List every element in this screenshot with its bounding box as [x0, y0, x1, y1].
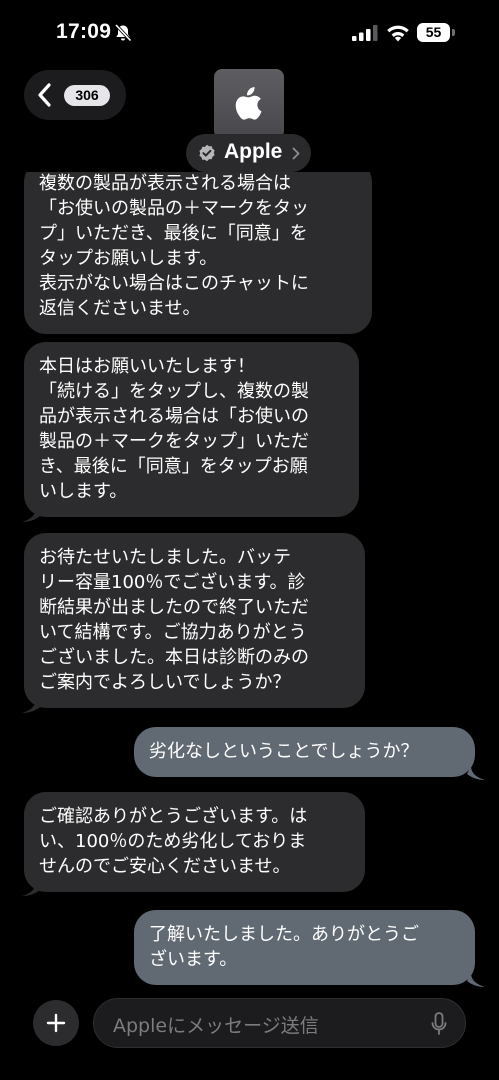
message-input-placeholder: Appleにメッセージ送信	[113, 1015, 319, 1037]
message-input[interactable]: Appleにメッセージ送信	[93, 998, 466, 1048]
incoming-message-bubble[interactable]: ご確認ありがとうございます。は い、100％のため劣化しておりま せんのでご安心…	[24, 792, 365, 892]
contact-avatar[interactable]	[214, 69, 284, 139]
bubble-tail	[467, 973, 485, 987]
add-attachment-button[interactable]	[33, 1000, 79, 1046]
chevron-left-icon	[38, 83, 51, 107]
status-bar: 17:09 55	[0, 0, 499, 60]
incoming-message-bubble[interactable]: お待たせいたしました。バッテ リー容量100％でございます。診 断結果が出ました…	[24, 533, 365, 708]
bubble-tail	[22, 699, 40, 713]
outgoing-message-bubble[interactable]: 了解いたしました。ありがとうご ざいます。	[134, 910, 475, 985]
wifi-icon	[387, 25, 409, 42]
unread-count-badge: 306	[64, 85, 110, 106]
bubble-tail	[22, 508, 40, 522]
microphone-icon[interactable]	[431, 1012, 447, 1036]
cellular-signal-icon	[352, 25, 378, 41]
contact-name-chip[interactable]: Apple	[186, 134, 311, 172]
status-time: 17:09	[56, 20, 112, 43]
bubble-tail	[22, 882, 40, 896]
outgoing-message-bubble[interactable]: 劣化なしということでしょうか？	[134, 727, 475, 777]
bell-slash-icon	[114, 23, 132, 42]
message-thread[interactable]: 複数の製品が表示される場合は 「お使いの製品の＋マークをタッ プ」いただき、最後…	[0, 172, 499, 997]
battery-level: 55	[417, 23, 450, 42]
bubble-tail	[467, 766, 485, 780]
apple-logo-icon	[235, 87, 262, 120]
incoming-message-bubble[interactable]: 複数の製品が表示される場合は 「お使いの製品の＋マークをタッ プ」いただき、最後…	[24, 172, 372, 334]
chevron-right-icon	[292, 147, 300, 160]
battery-icon: 55	[417, 23, 455, 42]
verified-badge-icon	[199, 144, 215, 162]
back-button[interactable]: 306	[24, 70, 126, 120]
battery-tip	[452, 29, 455, 36]
contact-name: Apple	[224, 140, 283, 163]
plus-icon	[46, 1013, 66, 1033]
incoming-message-bubble[interactable]: 本日はお願いいたします！ 「続ける」をタップし、複数の製 品が表示される場合は「…	[24, 342, 359, 517]
